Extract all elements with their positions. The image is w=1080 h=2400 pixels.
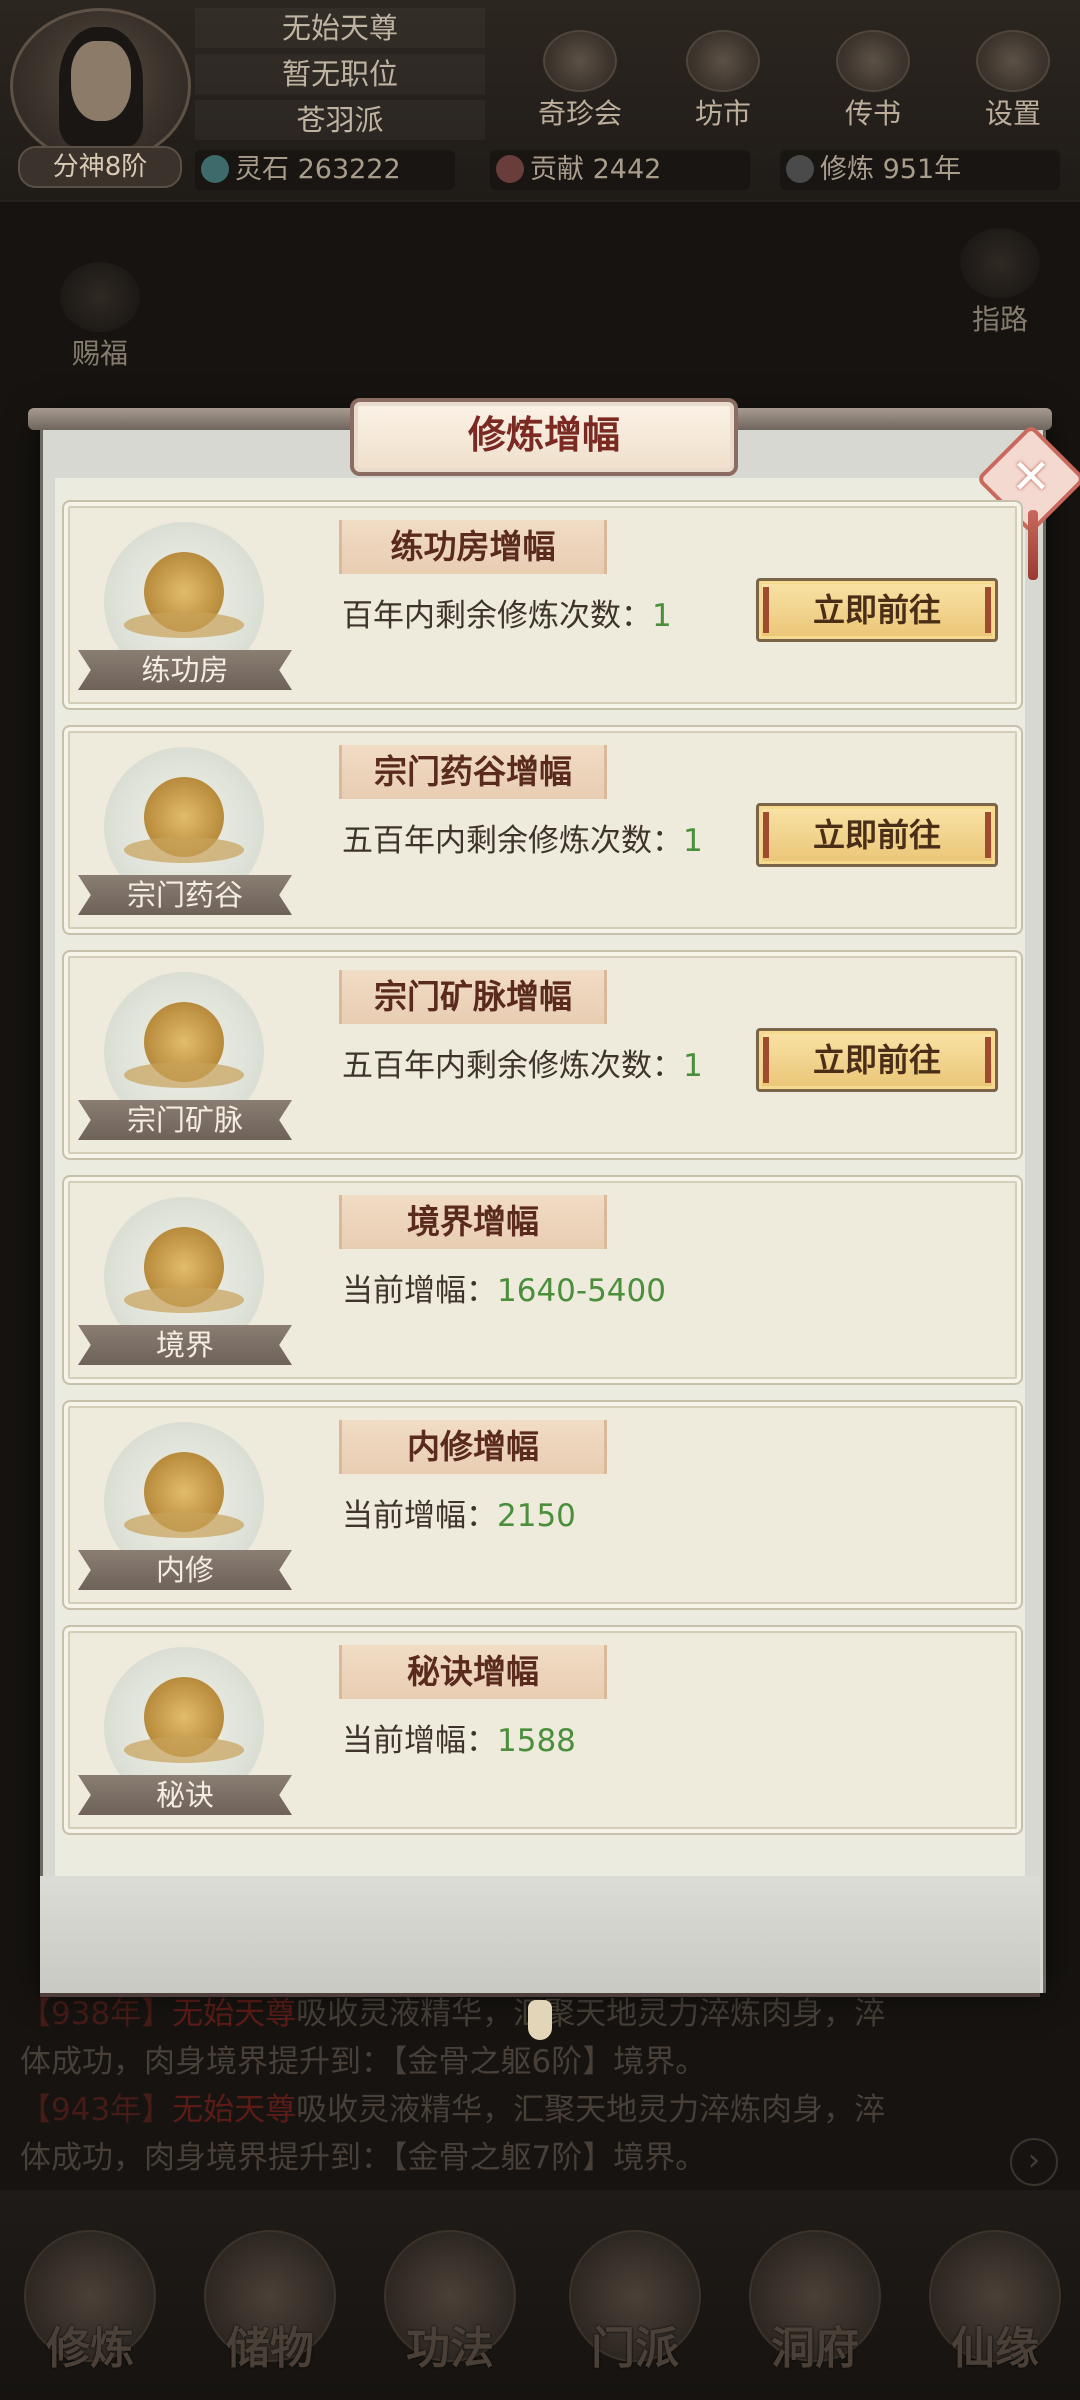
card-desc: 当前增幅：1640-5400 xyxy=(342,1267,666,1315)
nav-cultivate[interactable]: 修炼 xyxy=(10,2230,170,2390)
emblem-label: 境界 xyxy=(78,1325,292,1365)
nav-label: 功法 xyxy=(406,2323,494,2374)
rank-badge: 分神8阶 xyxy=(18,146,182,188)
message-icon xyxy=(836,30,910,92)
spirit-stone-text: 灵石 263222 xyxy=(235,154,401,185)
modal-bottom-scroll xyxy=(40,1876,1040,1997)
emblem-base xyxy=(124,1287,244,1313)
desc-value: 1640-5400 xyxy=(497,1273,666,1309)
nav-label: 储物 xyxy=(226,2323,314,2374)
boost-card-inner-cultivation: 内修 内修增幅 当前增幅：2150 xyxy=(62,1400,1023,1610)
player-position: 暂无职位 xyxy=(195,54,485,94)
topmenu-label: 设置 xyxy=(984,97,1041,130)
card-desc: 五百年内剩余修炼次数：1 xyxy=(342,1042,703,1090)
emblem-base xyxy=(124,612,244,638)
cultivation-text: 修炼 951年 xyxy=(820,154,962,185)
card-desc: 当前增幅：1588 xyxy=(342,1717,576,1765)
player-name: 无始天尊 xyxy=(195,8,485,48)
treasure-icon xyxy=(543,30,617,92)
boost-card-herb-valley: 宗门药谷 宗门药谷增幅 五百年内剩余修炼次数：1 立即前往 xyxy=(62,725,1023,935)
tassel-ornament xyxy=(1028,510,1038,580)
emblem-label: 练功房 xyxy=(78,650,292,690)
emblem-base xyxy=(124,1512,244,1538)
boost-card-training-room: 练功房 练功房增幅 百年内剩余修炼次数：1 立即前往 xyxy=(62,500,1023,710)
bell-ornament-icon xyxy=(528,2000,552,2040)
nav-label: 仙缘 xyxy=(951,2323,1039,2374)
boost-card-secret-art: 秘诀 秘诀增幅 当前增幅：1588 xyxy=(62,1625,1023,1835)
topmenu-label: 坊市 xyxy=(694,97,751,130)
desc-value: 2150 xyxy=(497,1498,576,1534)
desc-label: 百年内剩余修炼次数： xyxy=(342,598,652,634)
desc-label: 当前增幅： xyxy=(342,1273,497,1309)
market-icon xyxy=(686,30,760,92)
topmenu-message-button[interactable]: 传书 xyxy=(818,30,928,130)
emblem-base xyxy=(124,837,244,863)
topmenu-label: 传书 xyxy=(844,97,901,130)
desc-value: 1 xyxy=(683,823,703,859)
card-desc: 五百年内剩余修炼次数：1 xyxy=(342,817,703,865)
nav-label: 洞府 xyxy=(771,2323,859,2374)
desc-value: 1 xyxy=(652,598,672,634)
desc-label: 当前增幅： xyxy=(342,1498,497,1534)
card-title: 境界增幅 xyxy=(339,1195,607,1249)
topmenu-label: 奇珍会 xyxy=(537,97,622,130)
card-title: 内修增幅 xyxy=(339,1420,607,1474)
nav-storage[interactable]: 储物 xyxy=(190,2230,350,2390)
nav-label: 门派 xyxy=(591,2323,679,2374)
card-title: 练功房增幅 xyxy=(339,520,607,574)
player-avatar[interactable] xyxy=(10,8,191,164)
card-desc: 百年内剩余修炼次数：1 xyxy=(342,592,672,640)
desc-label: 五百年内剩余修炼次数： xyxy=(342,1048,683,1084)
emblem-label: 宗门矿脉 xyxy=(78,1100,292,1140)
topmenu-market-button[interactable]: 坊市 xyxy=(668,30,778,130)
emblem-label: 内修 xyxy=(78,1550,292,1590)
card-title: 秘诀增幅 xyxy=(339,1645,607,1699)
top-hud: 分神8阶 无始天尊 暂无职位 苍羽派 奇珍会 坊市 传书 设置 灵石 26322… xyxy=(0,0,1080,202)
contribution-text: 贡献 2442 xyxy=(530,154,662,185)
emblem-label: 宗门药谷 xyxy=(78,875,292,915)
topmenu-settings-button[interactable]: 设置 xyxy=(958,30,1068,130)
emblem-base xyxy=(124,1737,244,1763)
cultivation-bar: 修炼 951年 xyxy=(780,150,1060,190)
player-sect: 苍羽派 xyxy=(195,100,485,140)
emblem-base xyxy=(124,1062,244,1088)
nav-sect[interactable]: 门派 xyxy=(555,2230,715,2390)
contribution-icon xyxy=(496,154,524,183)
go-now-button[interactable]: 立即前往 xyxy=(756,1028,998,1092)
boost-card-mine-vein: 宗门矿脉 宗门矿脉增幅 五百年内剩余修炼次数：1 立即前往 xyxy=(62,950,1023,1160)
avatar-face xyxy=(71,41,131,121)
desc-value: 1 xyxy=(683,1048,703,1084)
nav-cave[interactable]: 洞府 xyxy=(735,2230,895,2390)
bottom-nav: 修炼 储物 功法 门派 洞府 仙缘 xyxy=(0,2190,1080,2400)
card-title: 宗门矿脉增幅 xyxy=(339,970,607,1024)
desc-label: 五百年内剩余修炼次数： xyxy=(342,823,683,859)
desc-value: 1588 xyxy=(497,1723,576,1759)
cultivation-icon xyxy=(786,154,814,183)
card-title: 宗门药谷增幅 xyxy=(339,745,607,799)
spirit-stone-icon xyxy=(201,154,229,183)
nav-label: 修炼 xyxy=(46,2323,134,2374)
card-desc: 当前增幅：2150 xyxy=(342,1492,576,1540)
emblem-label: 秘诀 xyxy=(78,1775,292,1815)
nav-fate[interactable]: 仙缘 xyxy=(915,2230,1075,2390)
gear-icon xyxy=(976,30,1050,92)
nav-skills[interactable]: 功法 xyxy=(370,2230,530,2390)
boost-card-realm: 境界 境界增幅 当前增幅：1640-5400 xyxy=(62,1175,1023,1385)
desc-label: 当前增幅： xyxy=(342,1723,497,1759)
contribution-bar: 贡献 2442 xyxy=(490,150,750,190)
modal-title: 修炼增幅 xyxy=(350,398,738,476)
spirit-stone-bar: 灵石 263222 xyxy=(195,150,455,190)
topmenu-qizhenhui-button[interactable]: 奇珍会 xyxy=(525,30,635,130)
go-now-button[interactable]: 立即前往 xyxy=(756,578,998,642)
go-now-button[interactable]: 立即前往 xyxy=(756,803,998,867)
